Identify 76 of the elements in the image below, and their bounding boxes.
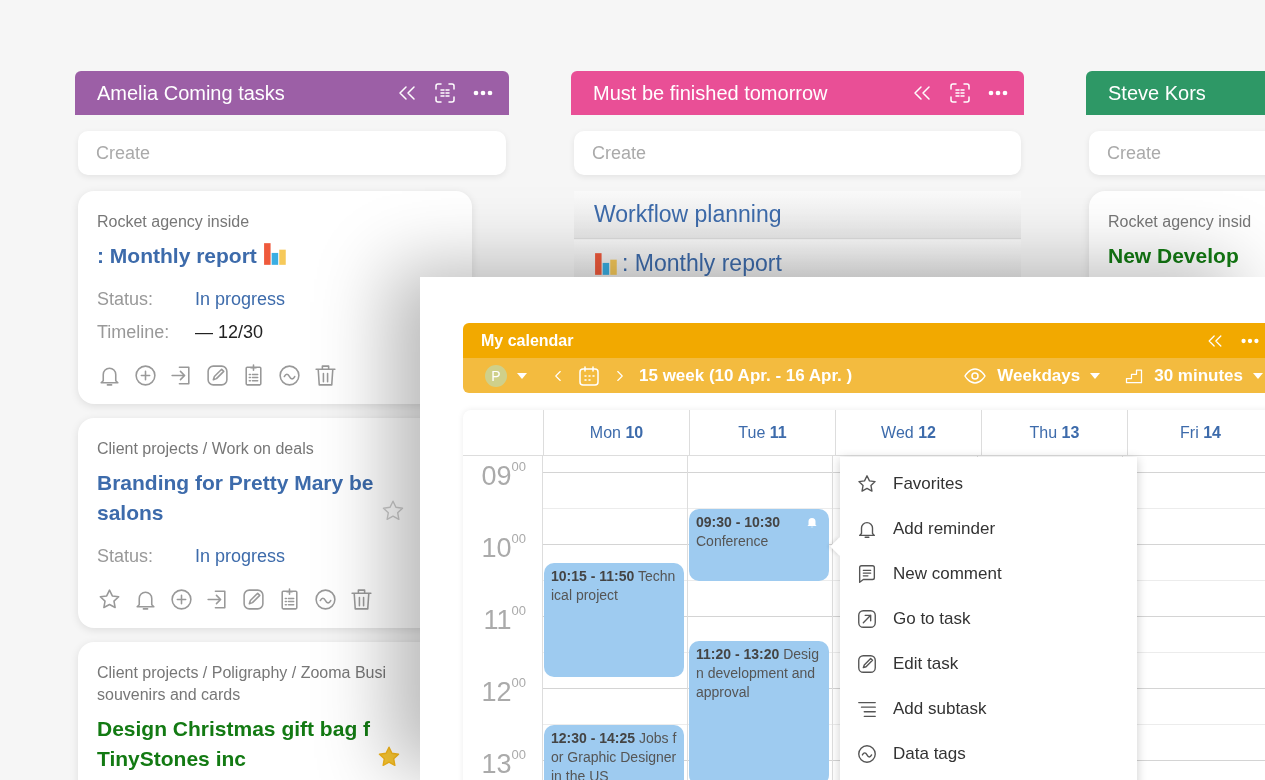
breadcrumb: Rocket agency insid [1108,212,1253,232]
edit-icon[interactable] [205,363,230,388]
wave-icon[interactable] [313,587,338,612]
event-text: 09:30 - 10:30 Conference [696,513,782,551]
menu-item[interactable]: Add reminder [840,506,1137,551]
calendar-title: My calendar [481,331,575,350]
hour-label: 13 [481,748,512,780]
menu-item[interactable]: Add subtask [840,686,1137,731]
task-title[interactable]: Design Christmas gift bag f TinyStones inc [97,714,371,774]
menu-item[interactable]: Edit task [840,641,1137,686]
trash-icon[interactable] [349,587,374,612]
wave-icon[interactable] [277,363,302,388]
caret-icon[interactable] [1253,372,1263,379]
task-title[interactable]: New Develop [1108,241,1239,271]
hour-label: 10 [481,532,512,565]
minute-label: 00 [511,531,526,546]
wave-icon [856,742,878,765]
bar-chart-icon [594,250,620,277]
add-icon[interactable] [133,363,158,388]
go-to-icon [856,607,878,630]
scan-icon[interactable] [433,81,457,105]
menu-item[interactable]: New comment [840,551,1137,596]
breadcrumb: Rocket agency inside [97,212,251,232]
calendar-event[interactable]: 11:20 - 13:20 Design development and approval [689,641,829,780]
minute-label: 00 [511,459,526,474]
field-label: Timeline: [97,321,171,344]
task-title: Workflow planning [594,201,782,228]
breadcrumb: Client projects / Poligraphy / Zooma Busi souvenirs and cards [97,663,387,705]
add-icon[interactable] [169,587,194,612]
calendar-event[interactable]: 10:15 - 11:50 Technical project [544,563,684,677]
edit-icon[interactable] [241,587,266,612]
caret-icon[interactable] [517,372,527,379]
minute-label: 00 [511,747,526,762]
calendar-icon[interactable] [577,363,601,388]
create-field[interactable]: Create [574,131,1021,175]
column-title: Steve Kors [1108,81,1207,105]
week-label: 15 week (10 Apr. - 16 Apr. ) [639,365,853,386]
field-label: Status: [97,288,155,311]
field-value: — 12/30 [195,321,264,344]
edit-icon [856,652,878,675]
menu-item[interactable]: Favorites [840,461,1137,506]
event-text: 10:15 - 11:50 Technical project [551,567,677,605]
day-header: Fri 14 [1180,423,1221,442]
create-field[interactable]: Create [78,131,506,175]
day-header: Tue 11 [738,423,787,442]
task-card[interactable]: Rocket agency inside : Monthly report Status: In progress Timeline: — 12/30 [78,191,472,404]
task-title: : Monthly report [622,250,782,277]
task-row[interactable]: Workflow planning [574,191,1021,239]
breadcrumb: Client projects / Work on deals [97,439,315,459]
hour-label: 12 [481,676,512,709]
column-title: Must be finished tomorrow [593,81,829,105]
hour-label: 11 [483,604,512,637]
bar-chart-icon [262,241,289,267]
day-header: Mon 10 [589,423,644,442]
comment-icon [856,562,878,585]
create-field[interactable]: Create [1089,131,1265,175]
task-title[interactable]: : Monthly report [97,241,257,271]
status-value[interactable]: In progress [195,283,286,316]
column-title: Amelia Coming tasks [97,81,286,105]
star-icon [856,472,878,495]
status-value[interactable]: In progress [195,540,286,573]
day-header: Thu 13 [1029,423,1080,442]
minute-label: 00 [511,603,526,618]
day-header: Wed 12 [881,423,936,442]
hour-label: 09 [481,460,512,493]
menu-item[interactable]: Go to task [840,596,1137,641]
field-label: Status: [97,545,155,568]
caret-icon[interactable] [1090,372,1101,379]
calendar-event[interactable]: 09:30 - 10:30 Conference [689,509,829,581]
menu-item[interactable]: Data tags [840,731,1137,776]
trash-icon[interactable] [313,363,338,388]
event-text: 11:20 - 13:20 Design development and approval [696,645,820,702]
day-column[interactable]: 09:30 - 10:30 Conference 11:20 - 13:20 Design development and approval [688,456,833,780]
task-title[interactable]: Branding for Pretty Mary be salons [97,468,374,528]
scan-icon[interactable] [948,81,972,105]
minute-label: 00 [511,675,526,690]
